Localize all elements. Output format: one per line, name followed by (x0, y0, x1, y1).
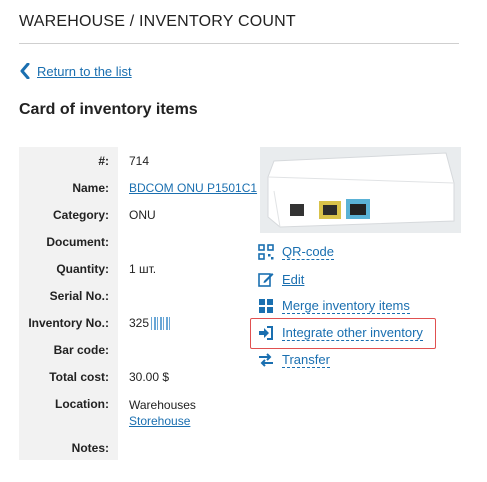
value-quantity: 1 шт. (129, 262, 157, 276)
value-inventory-no: 325 (129, 316, 150, 330)
return-to-list-link[interactable]: Return to the list (19, 63, 132, 79)
label-name: Name: (72, 181, 109, 195)
label-barcode: Bar code: (53, 343, 109, 357)
label-notes: Notes: (71, 441, 109, 455)
item-photo (260, 147, 461, 233)
chevron-left-icon (20, 63, 30, 79)
edit-action[interactable]: Edit (258, 271, 304, 287)
value-number: 714 (129, 154, 150, 168)
label-quantity: Quantity: (56, 262, 109, 276)
page-header: WAREHOUSE / INVENTORY COUNT (19, 12, 459, 44)
value-category: ONU (129, 208, 156, 222)
label-document: Document: (46, 235, 109, 249)
card-title: Card of inventory items (19, 101, 198, 118)
transfer-label: Transfer (282, 352, 330, 368)
barcode-icon[interactable] (151, 317, 172, 331)
transfer-action[interactable]: Transfer (258, 352, 330, 368)
grid-icon (259, 299, 273, 313)
value-total-cost: 30.00 $ (129, 370, 170, 384)
storehouse-link[interactable]: Storehouse (129, 414, 190, 428)
label-location: Location: (55, 397, 109, 411)
label-serial: Serial No.: (49, 289, 109, 303)
label-inventory-no: Inventory No.: (28, 316, 109, 330)
qr-code-action[interactable]: QR-code (258, 244, 335, 260)
edit-label: Edit (282, 271, 305, 287)
properties-table: #: 714 Name: BDCOM ONU P1501C1 Category:… (19, 147, 257, 460)
transfer-arrows-icon (259, 353, 273, 367)
qr-code-icon (258, 244, 274, 260)
merge-inventory-label: Merge inventory items (282, 298, 410, 314)
label-number: #: (98, 154, 109, 168)
value-location: Warehouses (129, 398, 196, 412)
merge-inventory-action[interactable]: Merge inventory items (258, 298, 410, 314)
qr-code-label: QR-code (282, 244, 335, 260)
label-category: Category: (52, 208, 109, 222)
page-title: WAREHOUSE / INVENTORY COUNT (19, 13, 296, 30)
integrate-highlight-box (250, 318, 436, 349)
edit-icon (258, 273, 274, 287)
name-link[interactable]: BDCOM ONU P1501C1 (129, 181, 257, 195)
label-total-cost: Total cost: (49, 370, 109, 384)
return-to-list-label: Return to the list (37, 63, 132, 79)
